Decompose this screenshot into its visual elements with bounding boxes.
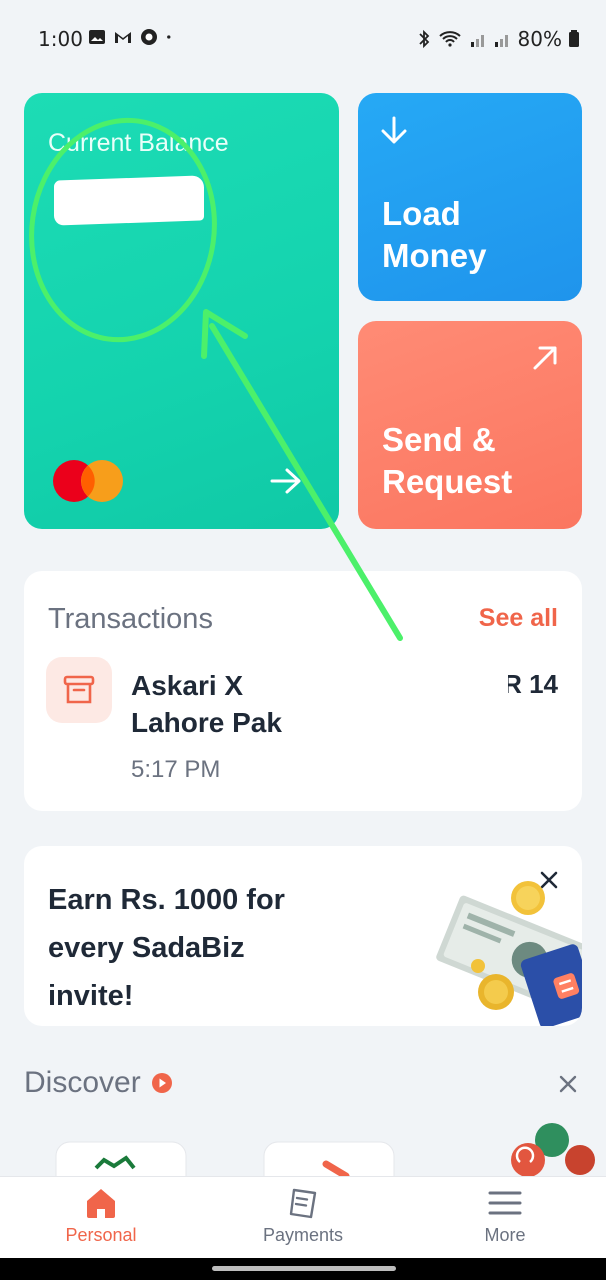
- system-nav-bar: [0, 1258, 606, 1280]
- notification-icons: [88, 28, 176, 46]
- shop-icon: [63, 675, 95, 704]
- promo-card[interactable]: Earn Rs. 1000 for every SadaBiz invite!: [24, 846, 582, 1026]
- balance-card[interactable]: Current Balance: [24, 93, 339, 529]
- send-request-button[interactable]: Send & Request: [358, 321, 582, 529]
- app-notification-icon: [141, 29, 157, 45]
- discover-header: Discover: [24, 1066, 173, 1100]
- mastercard-logo-icon: [53, 460, 123, 502]
- home-indicator[interactable]: [212, 1266, 396, 1271]
- arrow-down-icon: [381, 116, 407, 144]
- balance-label: Current Balance: [48, 129, 229, 157]
- home-icon: [87, 1189, 115, 1218]
- nav-payments[interactable]: Payments: [228, 1185, 378, 1246]
- nav-more[interactable]: More: [430, 1185, 580, 1246]
- balance-redaction: [54, 175, 204, 226]
- money-coins-illustration: [436, 881, 582, 1026]
- play-icon[interactable]: [151, 1072, 173, 1094]
- bluetooth-icon: [418, 29, 429, 49]
- arrow-right-icon[interactable]: [269, 466, 303, 496]
- transaction-amount: R 14: [368, 665, 558, 705]
- nav-personal[interactable]: Personal: [26, 1185, 176, 1246]
- load-money-button[interactable]: Load Money: [358, 93, 582, 301]
- wifi-icon: [438, 31, 461, 47]
- status-time: 1:00: [38, 27, 83, 51]
- transaction-time: 5:17 PM: [131, 756, 221, 783]
- gallery-icon: [89, 30, 105, 44]
- bottom-nav: Personal Payments More: [0, 1176, 606, 1258]
- receipt-icon: [289, 1188, 317, 1219]
- more-notifications-dot: [167, 35, 171, 39]
- transactions-card: Transactions See all Askari X Lahore Pak…: [24, 571, 582, 811]
- arrow-up-right-icon: [533, 346, 557, 370]
- battery-icon: [569, 30, 579, 47]
- status-right: 80%: [416, 27, 580, 51]
- discover-thumbnails: [55, 1123, 595, 1176]
- transactions-title: Transactions: [48, 603, 213, 635]
- menu-icon: [488, 1191, 522, 1215]
- signal-icon-2: [494, 35, 508, 47]
- load-money-label: Load Money: [382, 195, 487, 274]
- close-icon[interactable]: [558, 1074, 578, 1094]
- send-request-label: Send & Request: [382, 421, 513, 500]
- see-all-link[interactable]: See all: [479, 604, 558, 633]
- shop-icon-wrap: [46, 657, 112, 723]
- discover-carousel[interactable]: [0, 1110, 606, 1176]
- status-bar: 1:00 80%: [0, 0, 606, 78]
- amount-redaction: [378, 665, 508, 705]
- gmail-icon: [115, 32, 131, 43]
- battery-percent: 80%: [517, 27, 562, 51]
- promo-text: Earn Rs. 1000 for every SadaBiz invite!: [48, 884, 285, 1012]
- transaction-merchant: Askari X Lahore Pak: [131, 670, 282, 738]
- signal-icon-1: [470, 35, 484, 47]
